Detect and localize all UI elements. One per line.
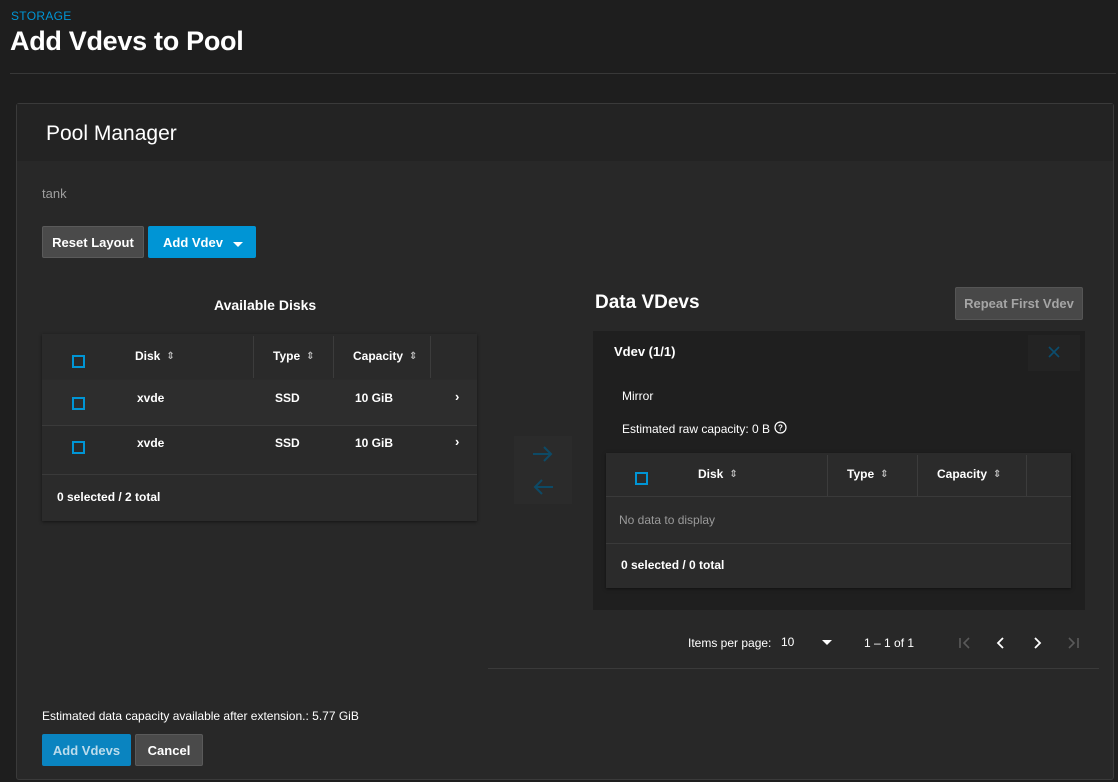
header-divider (10, 73, 1116, 74)
next-page-icon[interactable] (1025, 631, 1049, 655)
data-vdevs-title: Data VDevs (595, 292, 700, 313)
add-vdev-button[interactable]: Add Vdev (148, 226, 256, 258)
arrow-right-icon[interactable] (528, 441, 558, 467)
card-title: Pool Manager (46, 122, 177, 145)
sort-icon: ⇕ (729, 468, 738, 480)
row-checkbox[interactable] (72, 441, 85, 454)
cancel-label: Cancel (147, 742, 191, 758)
caret-down-icon (821, 635, 833, 649)
column-divider (917, 455, 918, 496)
column-type[interactable]: Type ⇕ (273, 349, 315, 363)
breadcrumb[interactable]: STORAGE (11, 9, 72, 23)
sort-icon: ⇕ (880, 468, 889, 480)
page-size-value: 10 (781, 635, 795, 649)
vdev-title: Vdev (1/1) (614, 344, 676, 359)
capacity-estimate: Estimated data capacity available after … (42, 709, 359, 723)
row-type: SSD (275, 436, 300, 450)
card-header (17, 104, 1113, 161)
sort-icon: ⇕ (306, 350, 315, 362)
add-vdev-label: Add Vdev (163, 234, 223, 250)
sort-icon: ⇕ (409, 350, 418, 362)
select-all-checkbox[interactable] (635, 472, 648, 485)
column-disk-label: Disk (698, 467, 724, 481)
row-disk: xvde (137, 436, 165, 450)
table-row[interactable] (42, 426, 477, 470)
page-title: Add Vdevs to Pool (10, 26, 244, 56)
available-selection-count: 0 selected / 2 total (57, 490, 161, 504)
reset-layout-button[interactable]: Reset Layout (42, 226, 144, 258)
previous-page-icon[interactable] (989, 631, 1013, 655)
svg-text:?: ? (778, 424, 783, 433)
close-icon[interactable] (1044, 342, 1064, 362)
available-disks-title: Available Disks (214, 297, 317, 313)
repeat-first-vdev-label: Repeat First Vdev (964, 296, 1074, 311)
empty-message: No data to display (619, 513, 716, 527)
pool-name: tank (42, 186, 67, 201)
items-per-page-label: Items per page: (688, 636, 772, 650)
repeat-first-vdev-button[interactable]: Repeat First Vdev (955, 287, 1083, 320)
caret-down-icon[interactable] (228, 238, 248, 253)
first-page-icon[interactable] (953, 631, 977, 655)
column-divider (253, 336, 254, 378)
column-divider (827, 455, 828, 496)
arrow-left-icon[interactable] (528, 474, 558, 500)
help-icon[interactable]: ? (774, 421, 787, 437)
column-type[interactable]: Type ⇕ (847, 467, 889, 481)
page-size-select[interactable]: 10 (781, 629, 833, 655)
expand-row-icon[interactable]: › (455, 434, 459, 449)
vdev-selection-count: 0 selected / 0 total (621, 558, 725, 572)
add-vdevs-label: Add Vdevs (52, 742, 121, 758)
last-page-icon[interactable] (1061, 631, 1085, 655)
column-divider (1026, 455, 1027, 496)
column-divider (430, 336, 431, 378)
column-disk[interactable]: Disk ⇕ (135, 349, 175, 363)
cancel-button[interactable]: Cancel (135, 734, 203, 766)
column-type-label: Type (273, 349, 301, 363)
expand-row-icon[interactable]: › (455, 389, 459, 404)
column-capacity[interactable]: Capacity ⇕ (937, 467, 1001, 481)
column-capacity-label: Capacity (937, 467, 988, 481)
row-type: SSD (275, 391, 300, 405)
add-vdevs-button[interactable]: Add Vdevs (42, 734, 131, 766)
select-all-checkbox[interactable] (72, 355, 85, 368)
row-divider (606, 496, 1071, 497)
paginator-divider (488, 668, 1099, 669)
row-capacity: 10 GiB (355, 391, 394, 405)
column-divider (333, 336, 334, 378)
column-capacity[interactable]: Capacity ⇕ (353, 349, 417, 363)
raw-capacity: Estimated raw capacity: 0 B ? (622, 421, 787, 437)
vdev-layout: Mirror (622, 389, 654, 403)
row-divider (42, 474, 477, 475)
row-capacity: 10 GiB (355, 436, 394, 450)
row-divider (606, 543, 1071, 544)
raw-capacity-text: Estimated raw capacity: 0 B (622, 422, 771, 436)
table-row[interactable] (42, 380, 477, 425)
row-disk: xvde (137, 391, 165, 405)
sort-icon: ⇕ (166, 350, 175, 362)
column-type-label: Type (847, 467, 875, 481)
column-capacity-label: Capacity (353, 349, 404, 363)
reset-layout-label: Reset Layout (52, 234, 134, 250)
sort-icon: ⇕ (993, 468, 1002, 480)
page-range: 1 – 1 of 1 (864, 636, 915, 650)
column-disk[interactable]: Disk ⇕ (698, 467, 738, 481)
row-checkbox[interactable] (72, 397, 85, 410)
column-disk-label: Disk (135, 349, 161, 363)
